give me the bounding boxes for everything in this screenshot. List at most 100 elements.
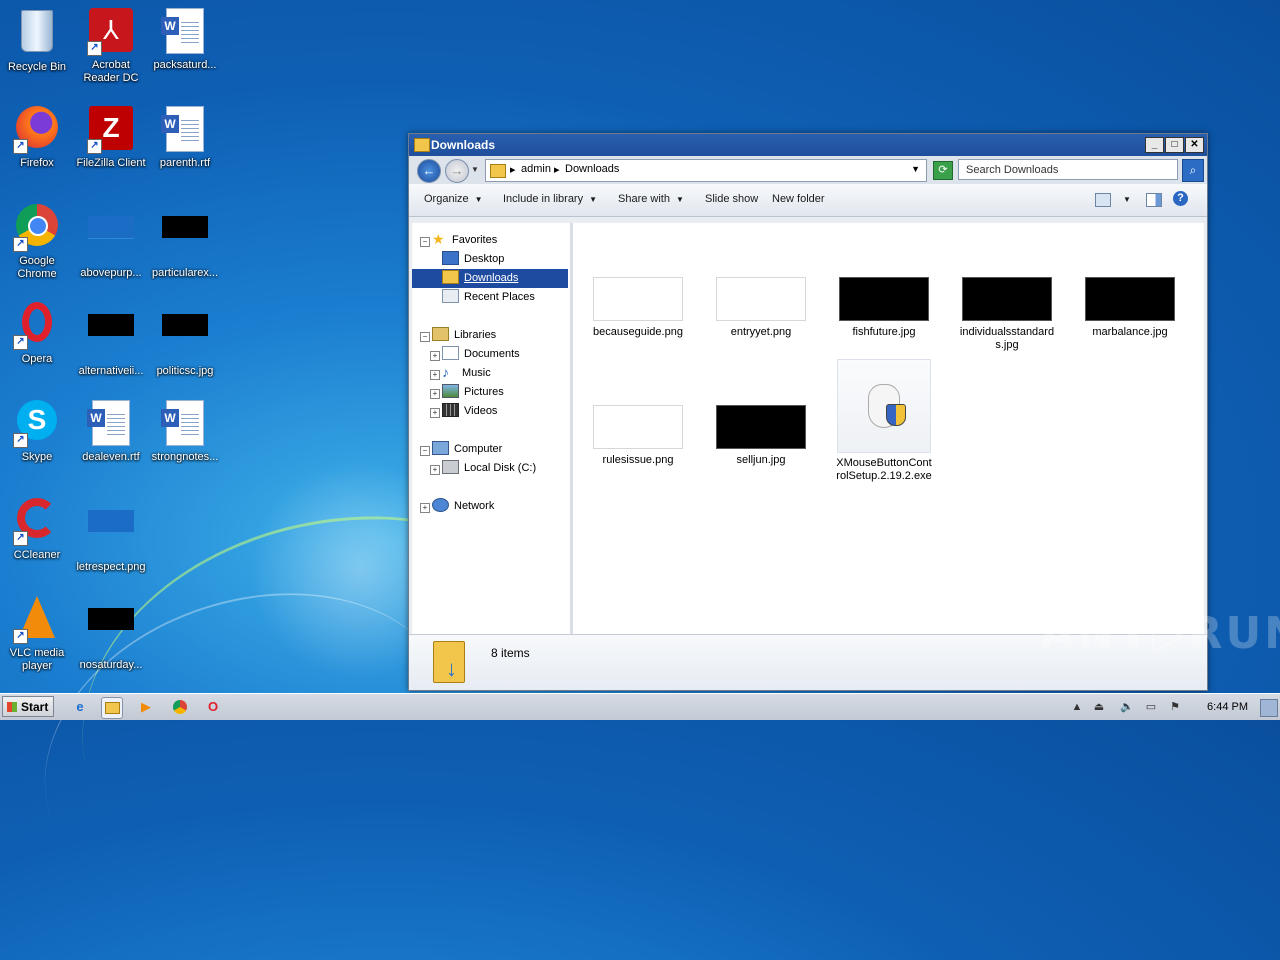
desktop-file-alternativeii[interactable]: alternativeii...	[74, 300, 148, 378]
file-item[interactable]: fishfuture.jpg	[836, 277, 932, 339]
address-bar[interactable]: ▸ admin ▸ Downloads ▼	[485, 159, 927, 182]
preview-pane-icon[interactable]	[1146, 193, 1162, 207]
nav-pictures[interactable]: Pictures	[442, 383, 504, 402]
expand-icon[interactable]: +	[430, 465, 440, 475]
organize-button[interactable]: Organize ▼	[424, 193, 483, 205]
desktop-icon-google-chrome[interactable]: ↗ Google Chrome	[0, 202, 74, 281]
nav-recent-places[interactable]: Recent Places	[442, 288, 535, 307]
search-input[interactable]: Search Downloads	[958, 159, 1178, 180]
desktop-file-parenth[interactable]: parenth.rtf	[148, 104, 222, 170]
opera-taskbar-icon[interactable]: O	[203, 697, 223, 717]
network-icon	[432, 498, 449, 513]
minimize-button[interactable]: _	[1145, 137, 1164, 153]
expand-icon[interactable]: +	[430, 408, 440, 418]
desktop-icon-vlc[interactable]: ↗ VLC media player	[0, 594, 74, 673]
file-name: selljun.jpg	[736, 454, 786, 466]
include-in-library-button[interactable]: Include in library ▼	[503, 193, 597, 205]
desktop-file-abovepurp[interactable]: abovepurp...	[74, 202, 148, 280]
nav-desktop[interactable]: Desktop	[442, 250, 504, 269]
volume-icon[interactable]: 🔈	[1120, 700, 1134, 714]
skype-icon: S ↗	[13, 400, 61, 448]
desktop-icon-recycle-bin[interactable]: Recycle Bin	[0, 6, 74, 74]
file-item[interactable]: rulesissue.png	[590, 405, 686, 467]
expand-icon[interactable]: +	[430, 389, 440, 399]
action-center-flag-icon[interactable]: ⚑	[1168, 700, 1182, 714]
desktop-file-dealeven[interactable]: dealeven.rtf	[74, 398, 148, 464]
navigation-pane[interactable]: − ★ Favorites Desktop Downloads Recent Pl…	[412, 223, 573, 635]
nav-recent-label: Recent Places	[464, 291, 535, 303]
recycle-bin-icon	[13, 10, 61, 58]
desktop-icon-skype[interactable]: S ↗ Skype	[0, 398, 74, 464]
network-tray-icon[interactable]: ▭	[1144, 700, 1158, 714]
search-icon[interactable]: ⌕	[1182, 159, 1204, 182]
help-icon[interactable]: ?	[1173, 191, 1188, 206]
desktop-file-particularex[interactable]: particularex...	[148, 202, 222, 280]
breadcrumb-separator-icon[interactable]: ▸	[510, 163, 516, 176]
expand-icon[interactable]: +	[430, 351, 440, 361]
change-view-icon[interactable]	[1095, 193, 1111, 207]
desktop-file-strongnotes[interactable]: strongnotes...	[148, 398, 222, 464]
file-item[interactable]: XMouseButtonControlSetup.2.19.2.exe	[836, 359, 932, 483]
show-hidden-icons-icon[interactable]: ▲	[1070, 700, 1084, 714]
chrome-taskbar-icon[interactable]	[170, 697, 190, 717]
collapse-icon[interactable]: −	[420, 446, 430, 456]
nav-videos[interactable]: Videos	[442, 402, 497, 421]
desktop-icon-firefox[interactable]: ↗ Firefox	[0, 104, 74, 170]
nav-local-disk[interactable]: Local Disk (C:)	[442, 459, 536, 478]
start-button[interactable]: Start	[2, 696, 54, 717]
clock[interactable]: 6:44 PM	[1207, 701, 1248, 713]
desktop-file-nosaturday[interactable]: nosaturday...	[74, 594, 148, 672]
nav-favorites[interactable]: ★ Favorites	[432, 231, 497, 250]
share-with-button[interactable]: Share with ▼	[618, 193, 684, 205]
breadcrumb-admin[interactable]: admin	[521, 163, 551, 175]
close-button[interactable]: ✕	[1185, 137, 1204, 153]
desktop-icon-opera[interactable]: ↗ Opera	[0, 300, 74, 366]
nav-network[interactable]: Network	[432, 497, 494, 516]
file-item[interactable]: entryyet.png	[713, 277, 809, 339]
collapse-icon[interactable]: −	[420, 237, 430, 247]
expand-icon[interactable]: +	[420, 503, 430, 513]
file-list[interactable]: becauseguide.png entryyet.png fishfuture…	[573, 223, 1204, 635]
file-item[interactable]: marbalance.jpg	[1082, 277, 1178, 339]
documents-icon	[442, 346, 459, 361]
forward-button[interactable]: →	[445, 159, 469, 183]
breadcrumb-separator-icon[interactable]: ▸	[554, 163, 560, 176]
desktop-icon-acrobat[interactable]: ⅄ ↗ Acrobat Reader DC	[74, 6, 148, 85]
history-dropdown-icon[interactable]: ▼	[471, 165, 479, 174]
expand-icon[interactable]: +	[430, 370, 440, 380]
desktop-file-letrespect[interactable]: letrespect.png	[74, 496, 148, 574]
share-label: Share with	[618, 193, 670, 205]
refresh-icon[interactable]: ⟳	[933, 161, 953, 180]
new-folder-button[interactable]: New folder	[772, 193, 825, 205]
file-name: marbalance.jpg	[1092, 326, 1168, 338]
desktop-icon-ccleaner[interactable]: ↗ CCleaner	[0, 496, 74, 562]
show-desktop-button[interactable]	[1260, 699, 1278, 717]
back-button[interactable]: ←	[417, 159, 441, 183]
slide-show-button[interactable]: Slide show	[705, 193, 758, 205]
file-item[interactable]: individualsstandards.jpg	[959, 277, 1055, 352]
nav-documents[interactable]: Documents	[442, 345, 520, 364]
usb-device-icon[interactable]: ⏏	[1092, 700, 1106, 714]
maximize-button[interactable]: □	[1165, 137, 1184, 153]
address-bar-row: ← → ▼ ▸ admin ▸ Downloads ▼ ⟳ Search Dow…	[409, 156, 1207, 184]
collapse-icon[interactable]: −	[420, 332, 430, 342]
nav-computer[interactable]: Computer	[432, 440, 502, 459]
address-dropdown-icon[interactable]: ▼	[911, 164, 920, 174]
image-thumbnail-icon	[87, 510, 135, 558]
media-player-icon[interactable]: ▶	[136, 697, 156, 717]
file-item[interactable]: becauseguide.png	[590, 277, 686, 339]
desktop-file-packsaturd[interactable]: packsaturd...	[148, 6, 222, 72]
nav-downloads[interactable]: Downloads	[412, 269, 568, 288]
nav-libraries[interactable]: Libraries	[432, 326, 496, 345]
desktop-file-politicsc[interactable]: politicsc.jpg	[148, 300, 222, 378]
file-item[interactable]: selljun.jpg	[713, 405, 809, 467]
image-thumbnail-icon	[161, 314, 209, 362]
ccleaner-icon: ↗	[13, 498, 61, 546]
explorer-taskbar-icon[interactable]	[101, 697, 123, 719]
window-titlebar[interactable]: Downloads _ □ ✕	[409, 134, 1207, 156]
desktop-icon-filezilla[interactable]: Z ↗ FileZilla Client	[74, 104, 148, 170]
internet-explorer-icon[interactable]: e	[70, 697, 90, 717]
view-dropdown-icon[interactable]: ▼	[1123, 195, 1131, 204]
breadcrumb-downloads[interactable]: Downloads	[565, 163, 619, 175]
nav-music[interactable]: ♪ Music	[442, 364, 491, 383]
